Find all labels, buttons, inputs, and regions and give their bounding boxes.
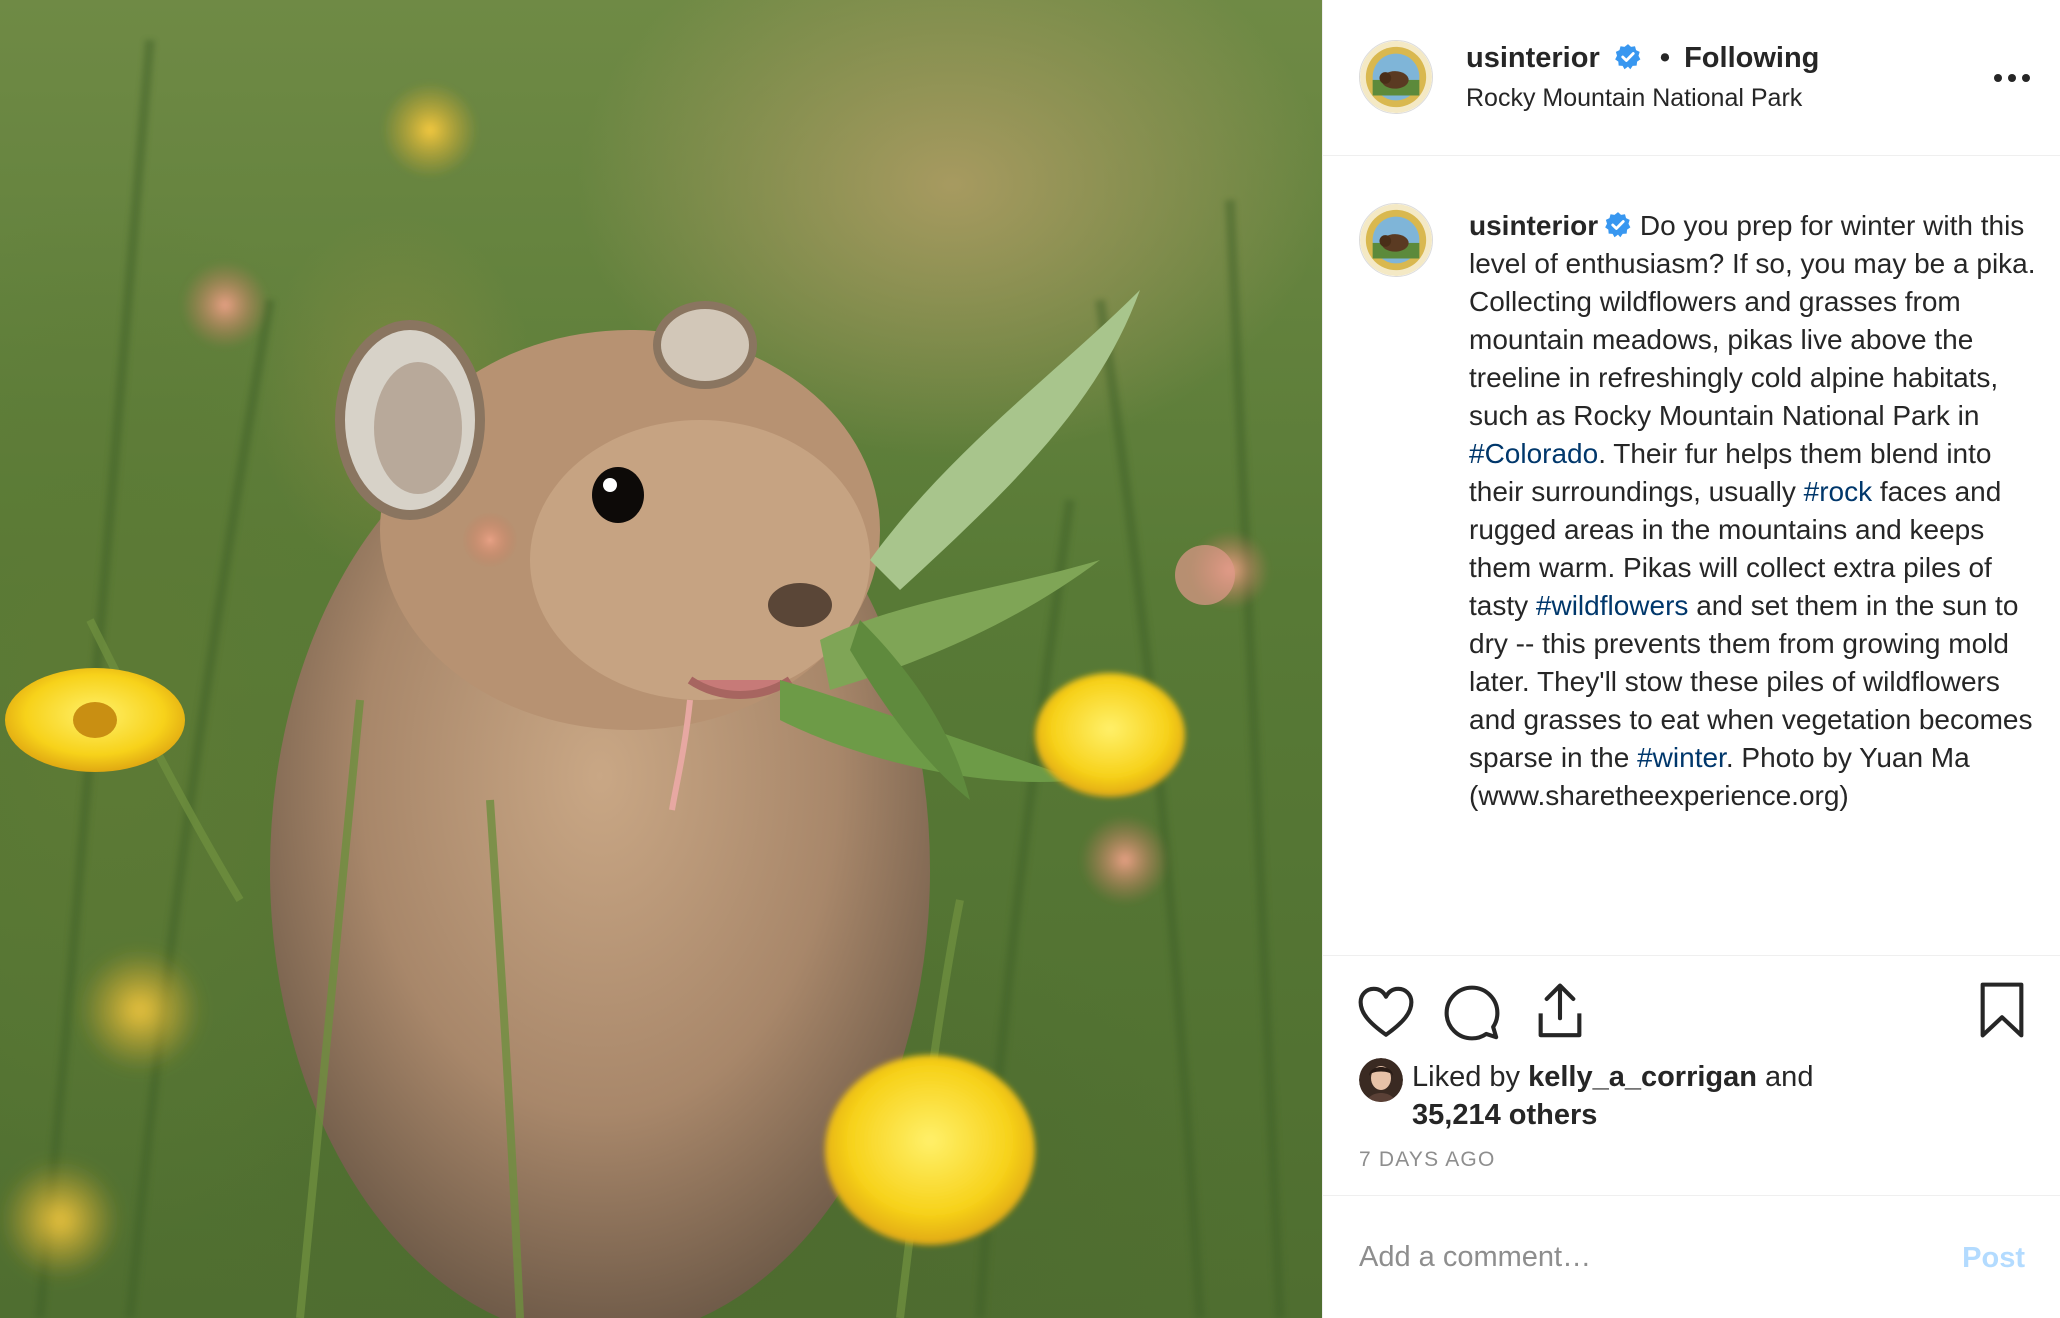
- flower-bottom: [825, 1055, 1035, 1245]
- username-link[interactable]: usinterior: [1466, 42, 1600, 74]
- caption-username-link[interactable]: usinterior: [1469, 210, 1598, 241]
- verified-badge-icon: [1604, 211, 1632, 239]
- liker-username-link[interactable]: kelly_a_corrigan: [1528, 1061, 1757, 1093]
- comment-input[interactable]: [1359, 1232, 1919, 1282]
- hashtag-colorado[interactable]: #Colorado: [1469, 438, 1598, 469]
- post-comment-button[interactable]: Post: [1962, 1242, 2025, 1275]
- flower-left: [5, 668, 185, 772]
- following-button[interactable]: Following: [1684, 42, 1819, 74]
- caption-section: usinterior Do you prep for winter with t…: [1323, 157, 2060, 955]
- likes-count-line: 35,214 others: [1412, 1096, 2009, 1134]
- header-title-line: usinterior • Following: [1466, 42, 1819, 75]
- bookmark-icon[interactable]: [1973, 981, 2031, 1039]
- hashtag-winter[interactable]: #winter: [1637, 742, 1726, 773]
- post-photo[interactable]: [0, 0, 1322, 1318]
- flower-right: [1035, 673, 1185, 797]
- post-timestamp[interactable]: 7 DAYS AGO: [1359, 1148, 1496, 1172]
- liked-by-prefix: Liked by: [1412, 1061, 1529, 1093]
- post-details-panel: usinterior • Following Rocky Mountain Na…: [1322, 0, 2060, 1318]
- comment-bar: Post: [1323, 1195, 2060, 1318]
- caption-body: Collecting wildflowers and grasses from …: [1469, 286, 1999, 431]
- post-actions-section: Liked by kelly_a_corrigan and 35,214 oth…: [1323, 955, 2060, 1318]
- share-icon[interactable]: [1531, 982, 1589, 1040]
- interior-seal-icon: [1360, 204, 1432, 276]
- location-link[interactable]: Rocky Mountain National Park: [1466, 84, 1802, 113]
- comment-icon[interactable]: [1443, 984, 1501, 1042]
- likes-text: Liked by kelly_a_corrigan and: [1412, 1058, 2009, 1096]
- pika-photo-illustration: [0, 39, 1285, 1318]
- caption-text: usinterior Do you prep for winter with t…: [1469, 207, 2039, 815]
- hashtag-wildflowers[interactable]: #wildflowers: [1536, 590, 1689, 621]
- verified-badge-icon: [1614, 43, 1642, 71]
- more-options-icon[interactable]: [1987, 58, 2037, 98]
- interior-seal-icon: [1360, 41, 1432, 113]
- liker-avatar[interactable]: [1359, 1058, 1403, 1102]
- liked-by-conjunction: and: [1757, 1061, 1814, 1093]
- likes-summary: Liked by kelly_a_corrigan and 35,214 oth…: [1359, 1058, 2009, 1134]
- profile-avatar[interactable]: [1359, 40, 1433, 114]
- caption-avatar[interactable]: [1359, 203, 1433, 277]
- post-header: usinterior • Following Rocky Mountain Na…: [1323, 0, 2060, 156]
- likes-count-link[interactable]: 35,214 others: [1412, 1099, 1597, 1131]
- separator-dot: •: [1659, 42, 1671, 74]
- heart-icon[interactable]: [1357, 984, 1415, 1042]
- caption-fade: [1323, 925, 2060, 955]
- hashtag-rock[interactable]: #rock: [1804, 476, 1872, 507]
